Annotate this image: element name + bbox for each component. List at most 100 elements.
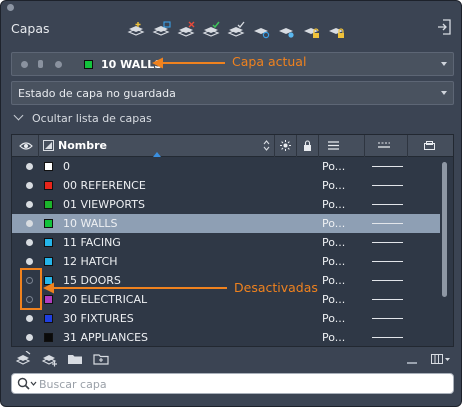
layer-plot-style[interactable]: Po... <box>322 255 345 268</box>
layer-color-swatch[interactable] <box>44 219 53 228</box>
layer-name[interactable]: 00 REFERENCE <box>63 179 146 192</box>
layer-color-swatch[interactable] <box>44 162 53 171</box>
new-layer-icon[interactable] <box>127 21 146 40</box>
layer-name[interactable]: 30 FIXTURES <box>63 312 134 325</box>
set-current-icon[interactable] <box>202 21 221 40</box>
layer-on-icon[interactable] <box>26 220 33 227</box>
layer-linetype-sample[interactable] <box>372 280 403 281</box>
layer-color-swatch[interactable] <box>44 181 53 190</box>
unlock-layer-icon[interactable] <box>302 21 321 40</box>
layer-state-dropdown[interactable]: Estado de capa no guardada <box>11 81 454 105</box>
close-icon[interactable] <box>7 4 14 11</box>
layer-linetype-sample[interactable] <box>372 261 403 262</box>
layer-name[interactable]: 31 APPLIANCES <box>63 331 148 344</box>
column-header-freeze[interactable] <box>275 135 297 157</box>
layer-name[interactable]: 0 <box>63 160 70 173</box>
chevron-down-icon <box>441 62 447 66</box>
layer-row[interactable]: 12 HATCH Po... <box>12 252 440 271</box>
layer-linetype-sample[interactable] <box>372 318 403 319</box>
layer-name[interactable]: 15 DOORS <box>63 274 121 287</box>
layer-state-text: Estado de capa no guardada <box>18 87 176 100</box>
search-box[interactable] <box>11 373 454 394</box>
layer-color-swatch[interactable] <box>44 314 53 323</box>
layer-on-icon[interactable] <box>26 239 33 246</box>
layer-on-icon[interactable] <box>26 201 33 208</box>
bottom-toolbar <box>15 350 109 367</box>
scroll-thumb[interactable] <box>442 162 447 297</box>
layer-on-icon[interactable] <box>26 258 33 265</box>
delete-layer-icon[interactable] <box>177 21 196 40</box>
search-input[interactable] <box>39 376 439 392</box>
layer-on-icon[interactable] <box>26 182 33 189</box>
layer-name[interactable]: 20 ELECTRICAL <box>63 293 147 306</box>
new-property-filter-icon[interactable] <box>41 351 57 367</box>
grid-scrollbar[interactable] <box>438 157 452 346</box>
layer-linetype-sample[interactable] <box>372 185 403 186</box>
layer-linetype-sample[interactable] <box>372 337 403 338</box>
layer-plot-style[interactable]: Po... <box>322 312 345 325</box>
layer-linetype-sample[interactable] <box>372 299 403 300</box>
bottom-right-tools <box>407 353 451 368</box>
layer-row[interactable]: 0 Po... <box>12 157 440 176</box>
layer-name[interactable]: 01 VIEWPORTS <box>63 198 145 211</box>
layer-linetype-sample[interactable] <box>372 204 403 205</box>
dock-panel-icon[interactable] <box>437 19 451 35</box>
freeze-layer-icon[interactable] <box>277 21 296 40</box>
layer-plot-style[interactable]: Po... <box>322 331 345 344</box>
new-group-filter-icon[interactable] <box>67 351 83 367</box>
folder-settings-icon[interactable] <box>93 351 109 367</box>
panel-title: Capas <box>11 21 50 36</box>
layer-row[interactable]: 20 ELECTRICAL Po... <box>12 290 440 309</box>
layer-row[interactable]: 15 DOORS Po... <box>12 271 440 290</box>
lock-layer-icon[interactable] <box>327 21 346 40</box>
column-header-on[interactable] <box>12 135 39 157</box>
layer-row[interactable]: 01 VIEWPORTS Po... <box>12 195 440 214</box>
current-layer-name: 10 WALLS <box>101 58 163 71</box>
layer-row[interactable]: 11 FACING Po... <box>12 233 440 252</box>
layer-plot-style[interactable]: Po... <box>322 198 345 211</box>
layer-name[interactable]: 12 HATCH <box>63 255 117 268</box>
layer-color-swatch[interactable] <box>44 276 53 285</box>
layer-states-icon[interactable] <box>227 21 246 40</box>
layer-off-icon[interactable] <box>26 277 33 284</box>
layer-plot-style[interactable]: Po... <box>322 160 345 173</box>
layer-color-swatch[interactable] <box>44 295 53 304</box>
column-header-lock[interactable] <box>297 135 319 157</box>
new-vp-frozen-layer-icon[interactable] <box>152 21 171 40</box>
column-header-linetype[interactable] <box>365 135 408 157</box>
layer-row[interactable]: 10 WALLS Po... <box>12 214 440 233</box>
layer-grid: Nombre 0 Po... 00 REFERENCE Po... 01 VIEWPOR… <box>11 134 454 347</box>
layer-linetype-sample[interactable] <box>372 223 403 224</box>
layer-name[interactable]: 11 FACING <box>63 236 121 249</box>
layer-on-icon[interactable] <box>26 334 33 341</box>
layer-color-swatch[interactable] <box>44 257 53 266</box>
layer-on-icon[interactable] <box>26 163 33 170</box>
hide-layer-list-toggle[interactable]: Ocultar lista de capas <box>13 110 152 125</box>
layer-plot-style[interactable]: Po... <box>322 236 345 249</box>
sort-icon <box>263 140 270 151</box>
layer-row[interactable]: 00 REFERENCE Po... <box>12 176 440 195</box>
layer-color-swatch[interactable] <box>44 333 53 342</box>
layer-color-swatch[interactable] <box>44 200 53 209</box>
collapse-icon[interactable] <box>407 361 417 364</box>
layer-plot-style[interactable]: Po... <box>322 179 345 192</box>
layer-linetype-sample[interactable] <box>372 166 403 167</box>
grid-header: Nombre <box>12 135 453 157</box>
layer-linetype-sample[interactable] <box>372 242 403 243</box>
layer-row[interactable]: 31 APPLIANCES Po... <box>12 328 440 346</box>
layer-row[interactable]: 30 FIXTURES Po... <box>12 309 440 328</box>
linetype-icon <box>378 142 390 148</box>
layer-plot-style[interactable]: Po... <box>322 274 345 287</box>
layer-color-swatch[interactable] <box>44 238 53 247</box>
layer-plot-style[interactable]: Po... <box>322 293 345 306</box>
layer-plot-style[interactable]: Po... <box>322 217 345 230</box>
columns-menu-icon[interactable] <box>431 353 451 368</box>
layer-on-icon[interactable] <box>26 315 33 322</box>
color-column-icon <box>43 140 54 151</box>
column-header-plot[interactable] <box>408 135 453 157</box>
layer-name[interactable]: 10 WALLS <box>63 217 118 230</box>
layer-properties-icon[interactable] <box>252 21 271 40</box>
column-header-plot-style[interactable] <box>319 135 365 157</box>
layer-off-icon[interactable] <box>26 296 33 303</box>
layer-filter-icon[interactable] <box>15 350 31 367</box>
